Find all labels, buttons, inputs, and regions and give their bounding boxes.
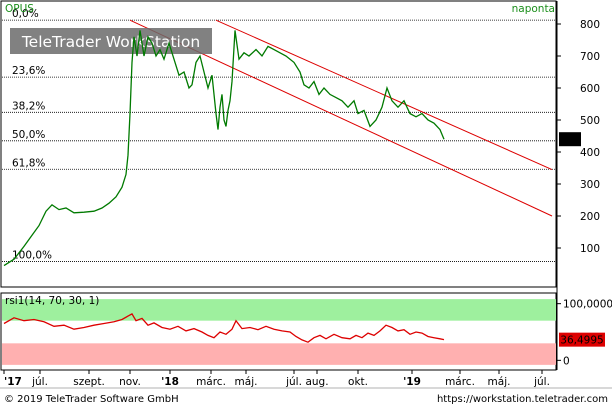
rsi-title: rsi1(14, 70, 30, 1): [5, 295, 99, 307]
time-tick-label-2: szept.: [73, 376, 105, 388]
watermark: TeleTrader WorkStation: [21, 33, 200, 51]
rsi-tick-label-1: 100,0000: [563, 299, 612, 311]
price-tick-label-600: 600: [580, 83, 600, 95]
rsi-oversold-band: [2, 343, 556, 365]
time-tick-label-3: nov.: [119, 376, 141, 388]
price-tick-label-400: 400: [580, 147, 600, 159]
rsi-tick-label-0: 0: [563, 355, 570, 367]
fib-label-5: 100,0%: [12, 249, 52, 261]
fib-label-3: 50,0%: [12, 129, 45, 141]
period-label: naponta: [512, 3, 555, 15]
price-tick-label-700: 700: [580, 51, 600, 63]
time-tick-label-11: márc.: [445, 376, 475, 388]
time-tick-label-0: '17: [4, 376, 22, 388]
time-tick-label-8: aug.: [305, 376, 328, 388]
time-axis-ticks: '17 júl. szept. nov. '18 márc. máj. júl. aug. okt…: [3, 370, 550, 388]
price-tick-label-800: 800: [580, 19, 600, 31]
last-price-label: 440: [560, 134, 580, 146]
last-rsi-label: 36,4995: [560, 335, 603, 347]
time-tick-label-5: márc.: [196, 376, 226, 388]
source-url: https://workstation.teletrader.com: [437, 394, 608, 405]
chart-canvas: 0,0%23,6%38,2%50,0%61,8%100,0% 100200300…: [0, 0, 612, 405]
time-tick-label-10: '19: [403, 376, 421, 388]
price-tick-label-100: 100: [580, 243, 600, 255]
symbol-label: OPUS: [5, 3, 34, 15]
time-tick-label-6: máj.: [235, 376, 258, 388]
time-tick-label-1: júl.: [31, 376, 48, 388]
fib-label-2: 38,2%: [12, 100, 45, 112]
time-tick-label-12: máj.: [488, 376, 511, 388]
fib-label-4: 61,8%: [12, 157, 45, 169]
copyright-text: © 2019 TeleTrader Software GmbH: [4, 394, 179, 405]
time-tick-label-13: júl.: [533, 376, 550, 388]
price-tick-label-500: 500: [580, 115, 600, 127]
fib-label-1: 23,6%: [12, 65, 45, 77]
price-tick-label-200: 200: [580, 211, 600, 223]
price-tick-label-300: 300: [580, 179, 600, 191]
time-tick-label-4: '18: [161, 376, 179, 388]
time-tick-label-7: júl.: [285, 376, 302, 388]
time-tick-label-9: okt.: [348, 376, 368, 388]
